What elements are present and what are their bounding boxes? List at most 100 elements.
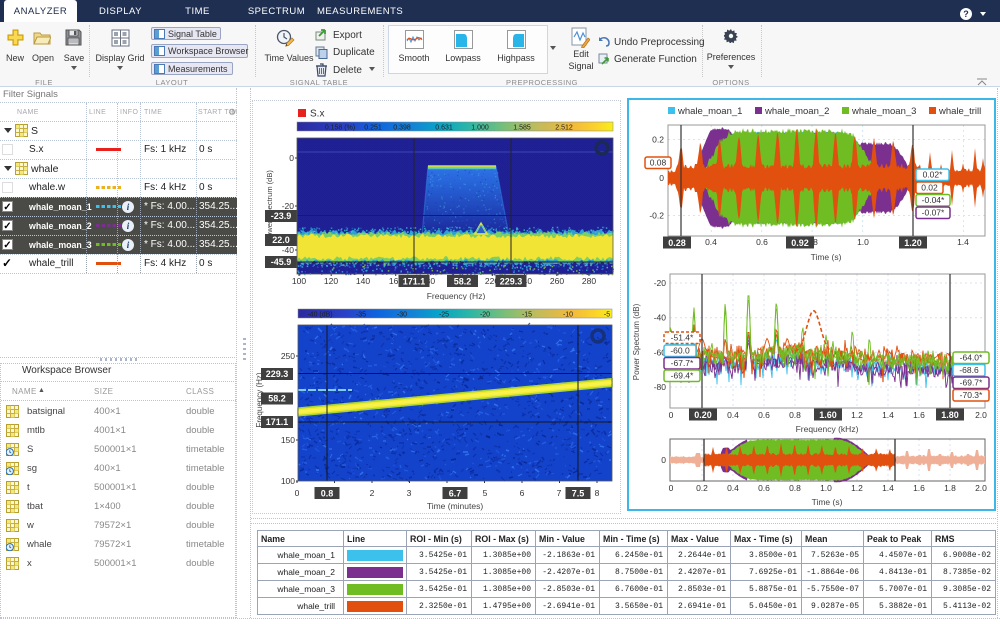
svg-text:1.000: 1.000 [471,125,489,132]
svg-text:0.02: 0.02 [921,183,938,193]
svg-text:58.2: 58.2 [454,277,472,287]
svg-text:2: 2 [370,488,375,498]
svg-text:1.8: 1.8 [944,483,956,493]
svg-text:1.6: 1.6 [913,483,925,493]
svg-text:-0.07*: -0.07* [922,208,945,218]
svg-text:1.585: 1.585 [513,125,531,132]
svg-text:-5: -5 [604,312,610,319]
svg-text:-23.9: -23.9 [271,211,292,221]
svg-text:0.251: 0.251 [364,125,382,132]
svg-text:229.3: 229.3 [500,277,523,287]
svg-text:3: 3 [407,488,412,498]
svg-text:0: 0 [661,455,666,465]
svg-text:whale_moan_2: whale_moan_2 [764,106,829,117]
svg-text:-40: -40 [654,313,667,323]
svg-text:-0.04*: -0.04* [922,195,945,205]
svg-text:1.6: 1.6 [913,410,925,420]
svg-text:whale_moan_3: whale_moan_3 [851,106,916,117]
svg-text:120: 120 [324,276,338,286]
svg-text:-20: -20 [654,278,667,288]
svg-text:0.6: 0.6 [756,237,768,247]
svg-text:-20: -20 [282,201,295,211]
svg-text:-69.7*: -69.7* [960,378,983,388]
svg-text:171.1: 171.1 [403,277,426,287]
svg-text:8: 8 [595,488,600,498]
svg-text:1.0: 1.0 [820,483,832,493]
svg-text:0.6: 0.6 [758,483,770,493]
svg-text:2.512: 2.512 [555,125,573,132]
svg-text:0.28: 0.28 [668,238,686,248]
svg-text:0.4: 0.4 [705,237,717,247]
svg-text:0.8: 0.8 [321,489,334,499]
svg-text:0: 0 [295,488,300,498]
svg-text:0: 0 [659,173,664,183]
svg-text:0.631: 0.631 [435,125,453,132]
svg-text:171.1: 171.1 [266,417,289,427]
svg-text:7: 7 [557,488,562,498]
svg-text:S.x: S.x [310,109,324,120]
svg-text:Frequency (kHz): Frequency (kHz) [796,424,859,434]
svg-text:260: 260 [550,276,564,286]
svg-text:0.02*: 0.02* [923,170,944,180]
svg-text:-25: -25 [439,312,449,319]
svg-text:140: 140 [356,276,370,286]
svg-text:-35: -35 [356,312,366,319]
svg-text:100: 100 [281,476,295,486]
svg-text:-0.2: -0.2 [649,211,664,221]
svg-text:7.5: 7.5 [572,489,585,499]
svg-text:Time (s): Time (s) [811,252,842,262]
svg-text:-69.4*: -69.4* [671,371,694,381]
svg-text:1.4: 1.4 [882,483,894,493]
svg-text:-40: -40 [282,245,295,255]
svg-text:0.2: 0.2 [696,483,708,493]
svg-text:1.60: 1.60 [819,410,837,420]
svg-text:0.8: 0.8 [789,483,801,493]
svg-text:-64.0*: -64.0* [960,353,983,363]
svg-text:1.0: 1.0 [857,237,869,247]
svg-text:-45.9: -45.9 [271,257,292,267]
svg-text:-15: -15 [522,312,532,319]
svg-text:-67.7*: -67.7* [671,358,694,368]
svg-text:0: 0 [669,483,674,493]
svg-text:Frequency (Hz): Frequency (Hz) [427,291,486,300]
svg-text:229.3: 229.3 [266,369,289,379]
svg-text:2.0: 2.0 [975,483,987,493]
svg-text:1.4: 1.4 [957,237,969,247]
svg-text:0.4: 0.4 [727,483,739,493]
svg-text:whale_trill: whale_trill [938,106,981,117]
svg-text:280: 280 [582,276,596,286]
svg-text:1.2: 1.2 [851,410,863,420]
svg-text:150: 150 [281,435,295,445]
svg-text:1.2: 1.2 [851,483,863,493]
svg-text:-10: -10 [563,312,573,319]
svg-text:58.2: 58.2 [268,394,286,404]
svg-text:0: 0 [289,153,294,163]
svg-text:Time (s): Time (s) [812,497,843,507]
svg-text:1.4: 1.4 [882,410,894,420]
svg-text:Time (minutes): Time (minutes) [427,501,484,511]
svg-text:-68.6: -68.6 [959,365,979,375]
svg-text:6.7: 6.7 [449,489,462,499]
svg-text:-51.4*: -51.4* [671,333,694,343]
svg-text:-30: -30 [397,312,407,319]
svg-text:0.398: 0.398 [393,125,411,132]
svg-text:-60.0: -60.0 [670,346,690,356]
svg-text:0.8: 0.8 [789,410,801,420]
svg-text:0.2: 0.2 [652,135,664,145]
svg-text:Power Spectrum (dB): Power Spectrum (dB) [632,303,641,380]
svg-text:0.4: 0.4 [727,410,739,420]
svg-text:2.0: 2.0 [975,410,987,420]
svg-text:100: 100 [292,276,306,286]
svg-text:Power Spectrum (dB): Power Spectrum (dB) [265,170,274,242]
svg-text:-70.3*: -70.3* [960,390,983,400]
svg-text:whale_moan_1: whale_moan_1 [677,106,742,117]
svg-text:0.158 (%): 0.158 (%) [325,125,355,132]
svg-text:250: 250 [281,351,295,361]
svg-text:0.92: 0.92 [791,238,809,248]
svg-text:5: 5 [483,488,488,498]
svg-text:1.80: 1.80 [941,410,959,420]
svg-text:6: 6 [520,488,525,498]
svg-text:0.6: 0.6 [758,410,770,420]
svg-text:-80: -80 [654,382,667,392]
svg-text:-20: -20 [480,312,490,319]
